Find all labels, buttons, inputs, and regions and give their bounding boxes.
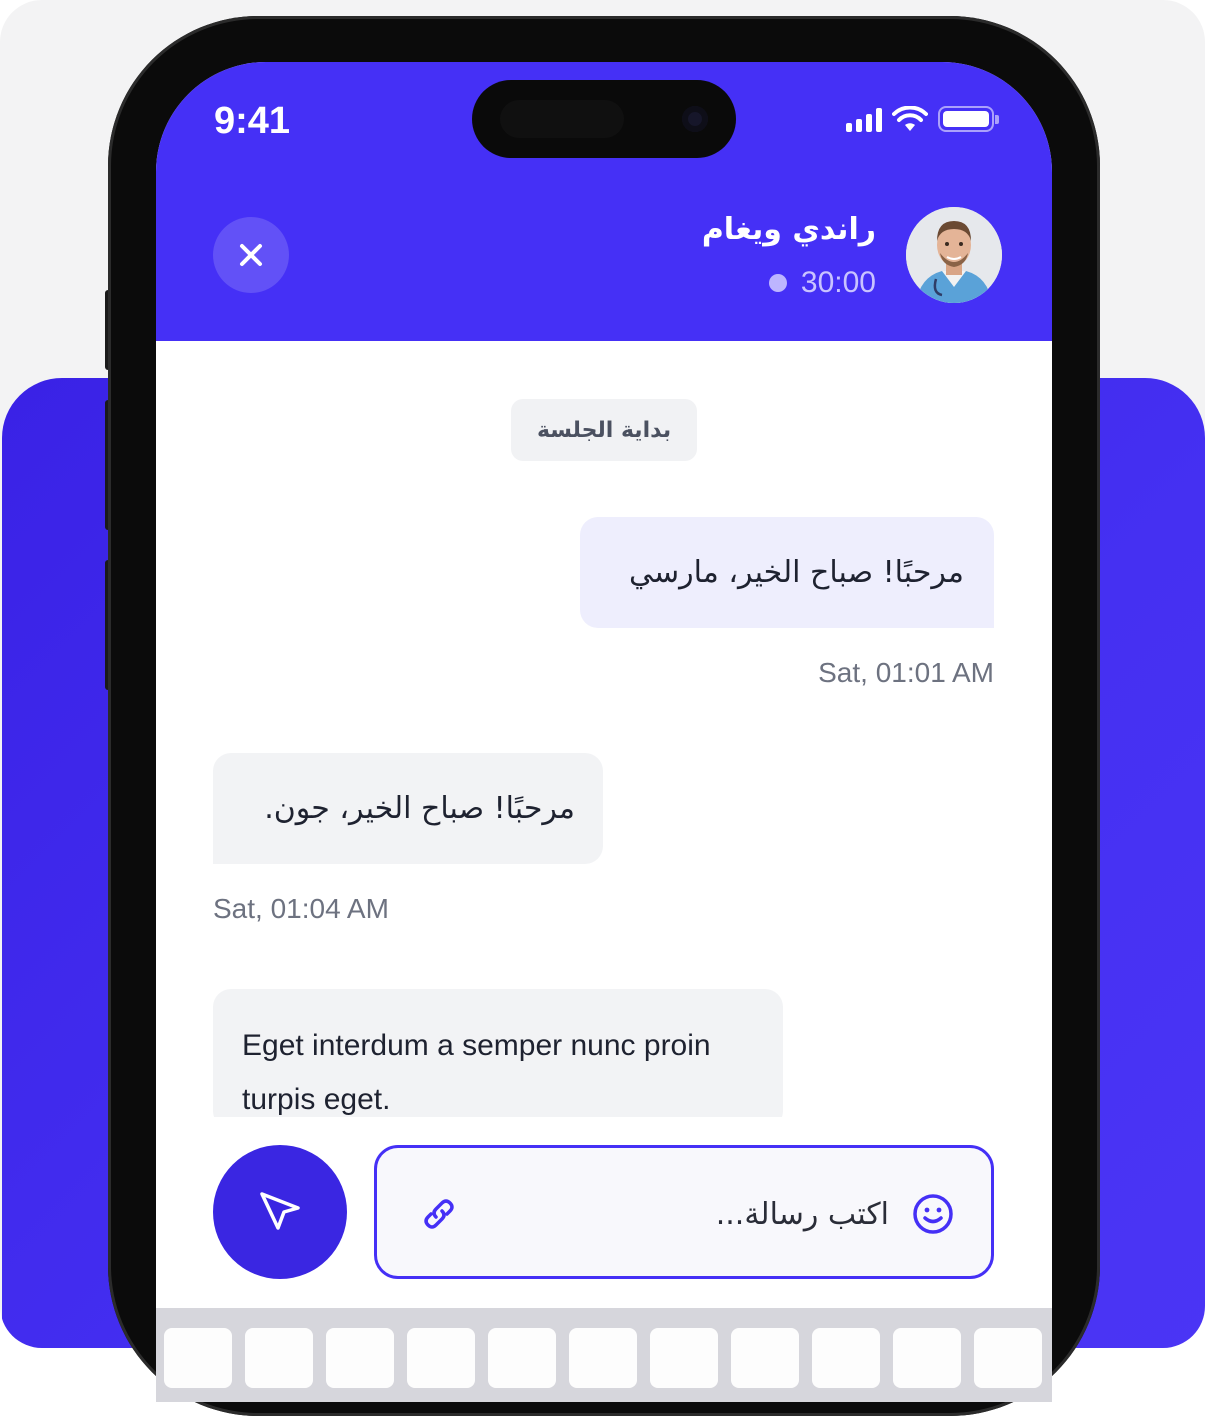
message-text: Eget interdum a semper nunc proin turpis… <box>242 1029 711 1116</box>
signal-icon <box>846 108 882 132</box>
keyboard <box>156 1308 1052 1402</box>
message-timestamp: Sat, 01:01 AM <box>818 657 994 688</box>
status-bar-time: 9:41 <box>214 100 291 142</box>
close-icon <box>240 244 262 266</box>
message-composer <box>374 1145 994 1279</box>
dynamic-island <box>472 80 736 158</box>
outgoing-message[interactable]: مرحبًا! صباح الخير، مارسي <box>580 517 994 628</box>
camera-icon <box>682 106 708 132</box>
phone-screen: 9:41 راندي ويغام 30:00 بداية الجلسة مرحب… <box>156 62 1052 1402</box>
message-timestamp: Sat, 01:04 AM <box>213 893 389 924</box>
incoming-message[interactable]: مرحبًا! صباح الخير، جون. <box>213 753 603 864</box>
chat-header: 9:41 راندي ويغام 30:00 <box>156 62 1052 341</box>
battery-icon <box>938 106 999 132</box>
emoji-icon[interactable] <box>911 1192 955 1236</box>
session-timer: 30:00 <box>768 266 876 300</box>
status-icons <box>846 106 999 132</box>
close-button[interactable] <box>213 217 289 293</box>
send-button[interactable] <box>213 1145 347 1279</box>
message-text: مرحبًا! صباح الخير، جون. <box>264 791 575 826</box>
status-dot <box>768 274 787 292</box>
chat-area: بداية الجلسة مرحبًا! صباح الخير، مارسي S… <box>156 341 1052 1117</box>
send-icon <box>260 1192 300 1230</box>
keyboard-keys[interactable] <box>164 1328 1042 1388</box>
contact-name: راندي ويغام <box>701 212 876 247</box>
avatar[interactable] <box>906 207 1002 303</box>
session-timer-value: 30:00 <box>800 266 876 299</box>
message-input[interactable] <box>487 1178 891 1250</box>
wifi-icon <box>892 106 928 131</box>
doctor-avatar-image <box>906 207 1002 303</box>
message-text: مرحبًا! صباح الخير، مارسي <box>629 555 964 590</box>
incoming-message[interactable]: Eget interdum a semper nunc proin turpis… <box>213 989 783 1117</box>
session-start-label: بداية الجلسة <box>511 399 697 461</box>
link-icon[interactable] <box>417 1192 461 1236</box>
